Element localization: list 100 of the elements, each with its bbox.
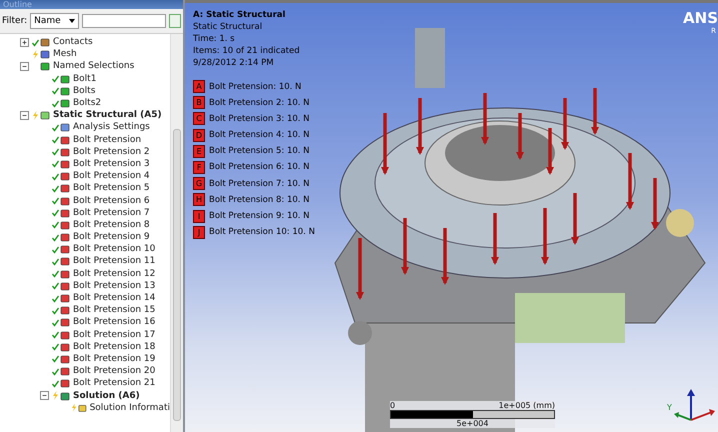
legend-label: Bolt Pretension 6: 10. N [209,162,310,172]
tree-item[interactable]: Bolt Pretension 20 [73,366,156,376]
tree-node-icon [60,196,70,206]
tree-node-icon [60,208,70,218]
legend-letter: B [193,96,205,110]
axis-triad-icon [674,389,715,421]
filter-label: Filter: [2,16,28,26]
tree-item[interactable]: Mesh [53,49,77,60]
legend-label: Bolt Pretension 8: 10. N [209,194,310,205]
tree-item[interactable]: Static Structural (A5) [53,110,162,120]
analysis-info: 9/28/2012 2:14 PM [193,58,275,68]
collapse-toggle[interactable] [20,110,29,120]
legend-label: Bolt Pretension 9: 10. N [209,211,310,221]
tree-node-icon [60,305,70,316]
tree-item[interactable]: Bolt Pretension 9 [73,232,150,242]
tree-node-icon [60,378,70,388]
tree-node-icon [60,122,70,132]
panel-title: Outline [0,0,183,9]
tree-item[interactable]: Bolt Pretension 7 [73,208,150,218]
tree-item[interactable]: Bolt Pretension 21 [73,378,156,388]
filter-dropdown[interactable]: Name [30,13,79,29]
tree-item[interactable]: Bolt Pretension 5 [73,183,150,194]
tree-item[interactable]: Contacts [53,37,93,48]
legend-letter: C [193,112,205,126]
tree-node-icon [60,390,70,401]
legend-label: Bolt Pretension 4: 10. N [209,130,310,140]
scale-mid: 5e+004 [390,419,555,428]
legend-letter: H [193,193,205,206]
legend-label: Bolt Pretension 7: 10. N [209,178,310,189]
tree-node-icon [60,293,70,304]
scale-end: 1e+005 (mm) [498,401,555,410]
tree-item[interactable]: Bolt Pretension 19 [73,354,156,364]
tree-node-icon [40,37,50,48]
tree-item[interactable]: Named Selections [53,61,134,72]
tree-item[interactable]: Bolt Pretension 8 [73,220,150,230]
tree-item[interactable]: Bolt Pretension 3 [73,158,150,169]
tree-node-icon [60,134,70,145]
tree-node-icon [60,342,70,352]
analysis-info: Time: 1. s [193,34,236,44]
tree-item[interactable]: Bolt Pretension 17 [73,330,156,340]
tree-node-icon [60,280,70,291]
tree-node-icon [60,220,70,230]
tree-item[interactable]: Bolt Pretension [73,134,142,145]
tree-node-icon [78,402,87,413]
tree-node-icon [60,330,70,340]
legend-label: Bolt Pretension: 10. N [209,82,302,92]
tree-node-icon [60,354,70,364]
tree-item[interactable]: Bolt Pretension 6 [73,196,150,206]
logo-text: ANS [683,9,718,27]
tree-item[interactable]: Bolt Pretension 14 [73,293,156,304]
analysis-info: Static Structural [193,22,264,32]
tree-item[interactable]: Bolt Pretension 2 [73,146,150,157]
tree-item[interactable]: Bolt Pretension 15 [73,305,156,316]
tree-node-icon [60,268,70,279]
tree-node-icon [40,61,50,72]
tree-node-icon [60,366,70,376]
tree-item[interactable]: Bolts [73,86,96,96]
scale-start: 0 [390,401,396,410]
scrollbar-thumb[interactable] [173,129,181,421]
axis-label: Y [667,403,672,412]
tree-node-icon [60,244,70,254]
filter-field[interactable] [82,14,166,28]
tree-item[interactable]: Bolt Pretension 18 [73,342,156,352]
tree-node-icon [60,256,70,266]
tree-node-icon [40,49,50,60]
tree-item[interactable]: Bolt Pretension 13 [73,280,156,291]
legend-letter: F [193,160,205,174]
tree-item[interactable]: Bolt Pretension 16 [73,317,156,328]
legend-label: Bolt Pretension 3: 10. N [209,114,310,124]
collapse-toggle[interactable] [40,391,49,400]
tree-node-icon [60,146,70,157]
legend-letter: I [193,210,205,222]
tree-node-icon [60,232,70,242]
collapse-toggle[interactable] [20,62,29,71]
legend-label: Bolt Pretension 5: 10. N [209,146,310,156]
analysis-title: A: Static Structural [193,10,286,20]
tree-item[interactable]: Bolt Pretension 10 [73,244,156,254]
tree-node-icon [40,110,50,120]
tree-item[interactable]: Bolt1 [73,74,96,84]
legend-label: Bolt Pretension 2: 10. N [209,98,310,108]
analysis-info: Items: 10 of 21 indicated [193,46,301,56]
tree-node-icon [60,86,70,96]
tree-node-icon [60,74,70,84]
tree-item[interactable]: Solution Informati [90,402,170,413]
tree-node-icon [60,98,70,108]
tree-item[interactable]: Bolt Pretension 4 [73,171,150,182]
legend-letter: G [193,177,205,190]
tree-item[interactable]: Analysis Settings [73,122,150,132]
tree-item[interactable]: Solution (A6) [73,390,140,401]
legend-letter: E [193,144,205,158]
tree-node-icon [60,171,70,182]
tree-item[interactable]: Bolts2 [73,98,102,108]
tree-item[interactable]: Bolt Pretension 11 [73,256,156,266]
scrollbar[interactable] [170,34,183,432]
legend-letter: D [193,128,205,142]
expand-toggle[interactable] [20,38,29,47]
tree-item[interactable]: Bolt Pretension 12 [73,268,156,279]
legend-letter: A [193,80,205,93]
tree-node-icon [60,183,70,194]
legend-label: Bolt Pretension 10: 10. N [209,227,315,238]
